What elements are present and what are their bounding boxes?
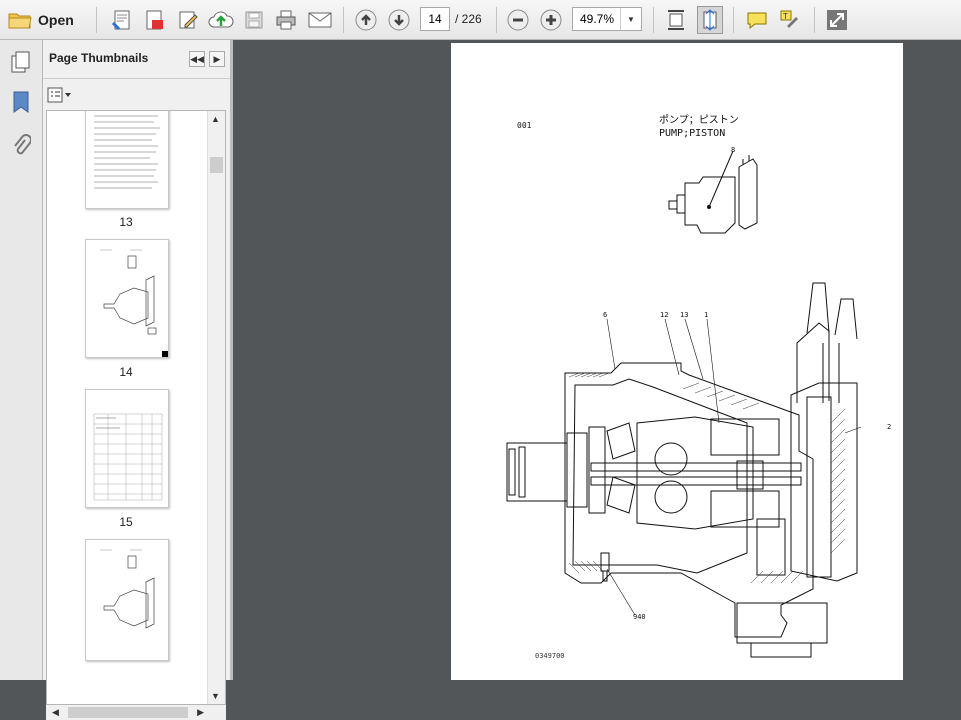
previous-page-button[interactable] — [353, 6, 379, 34]
toolbar: Open 14 / 226 49.7% ▼ T — [0, 0, 961, 40]
cloud-upload-icon — [208, 11, 234, 28]
callout-label: 2 — [887, 423, 892, 431]
toolbar-separator — [733, 7, 734, 33]
plus-circle-icon — [540, 9, 562, 31]
email-button[interactable] — [305, 6, 335, 34]
thumbnail-horizontal-scrollbar[interactable]: ◀ ▶ — [46, 705, 226, 720]
pdf-file-icon — [146, 10, 163, 30]
full-screen-button[interactable] — [823, 6, 851, 34]
page-preview-next — [100, 549, 155, 629]
options-menu-button[interactable] — [47, 86, 73, 104]
printer-icon — [276, 10, 296, 30]
comment-button[interactable] — [743, 6, 771, 34]
expand-icon — [827, 10, 847, 30]
open-label: Open — [38, 12, 74, 28]
thumbnail-page-15[interactable] — [85, 389, 169, 508]
svg-text:T: T — [783, 12, 788, 21]
highlight-button[interactable]: T — [776, 6, 804, 34]
page-preview-15 — [93, 413, 163, 501]
upload-button[interactable] — [206, 6, 236, 34]
drawing-code: 0349700 — [535, 652, 565, 660]
fit-width-button[interactable] — [663, 6, 689, 34]
scroll-down-icon[interactable]: ▼ — [211, 691, 220, 701]
minus-circle-icon — [507, 9, 529, 31]
arrow-up-circle-icon — [355, 9, 377, 31]
page-preview-14 — [100, 249, 168, 357]
scroll-left-icon[interactable]: ◀ — [52, 707, 59, 718]
arrow-down-circle-icon — [388, 9, 410, 31]
document-page: 001 ポンプ；ピストン PUMP;PISTON 8 6 12 13 1 2 9… — [451, 43, 903, 680]
scroll-up-icon[interactable]: ▲ — [211, 114, 220, 124]
expand-panel-button[interactable]: ▶ — [209, 51, 225, 67]
zoom-in-button[interactable] — [538, 6, 564, 34]
callout-label: 12 — [660, 311, 669, 319]
collapse-panel-button[interactable]: ◀◀ — [189, 51, 205, 67]
callout-label: 8 — [731, 146, 736, 154]
page-count: / 226 — [455, 12, 482, 26]
zoom-select[interactable]: 49.7% ▼ — [572, 7, 642, 31]
list-options-icon — [47, 87, 71, 103]
thumbnail-page-14[interactable] — [85, 239, 169, 358]
thumbnail-page-13[interactable] — [85, 111, 169, 209]
thumbnail-label: 13 — [119, 215, 133, 229]
callout-label: 13 — [680, 311, 689, 319]
next-page-button[interactable] — [386, 6, 412, 34]
open-button[interactable]: Open — [8, 6, 84, 34]
fit-width-icon — [668, 10, 684, 30]
callout-label: 940 — [633, 613, 646, 621]
pump-drawing — [506, 150, 862, 658]
thumbnail-label: 15 — [119, 515, 133, 529]
page-thumbnails-toggle[interactable] — [9, 50, 33, 79]
attachments-toggle[interactable] — [11, 132, 32, 163]
toolbar-separator — [496, 7, 497, 33]
panel-splitter[interactable] — [230, 40, 233, 680]
scroll-right-icon[interactable]: ▶ — [197, 707, 204, 718]
save-icon — [245, 11, 263, 29]
thumbnail-label: 14 — [119, 365, 133, 379]
save-button[interactable] — [240, 6, 268, 34]
edit-icon — [179, 11, 198, 29]
zoom-value: 49.7% — [580, 12, 615, 26]
thumbnail-page-next[interactable] — [85, 539, 169, 661]
scrollbar-thumb[interactable] — [210, 157, 223, 173]
toolbar-separator — [653, 7, 654, 33]
fit-page-icon — [703, 9, 717, 31]
folder-icon — [8, 13, 32, 29]
navigation-bar — [0, 40, 43, 680]
thumbnails-panel: Page Thumbnails ◀◀ ▶ 13 14 15 ▲ ▼ ◀ ▶ — [43, 40, 230, 720]
toolbar-separator — [96, 7, 97, 33]
panel-header: Page Thumbnails ◀◀ ▶ — [43, 40, 230, 79]
bookmarks-toggle[interactable] — [11, 90, 31, 119]
paperclip-icon — [14, 134, 32, 155]
page-number-input[interactable]: 14 — [420, 7, 450, 31]
edit-pdf-button[interactable] — [174, 6, 202, 34]
print-button[interactable] — [272, 6, 300, 34]
panel-title: Page Thumbnails — [49, 51, 149, 65]
toolbar-separator — [814, 7, 815, 33]
create-pdf-icon — [111, 10, 130, 31]
bookmark-icon — [13, 91, 29, 113]
chevron-down-icon[interactable]: ▼ — [620, 8, 641, 30]
speech-bubble-icon — [747, 12, 767, 30]
callout-label: 1 — [704, 311, 709, 319]
fit-page-button[interactable] — [697, 6, 723, 34]
toolbar-separator — [343, 7, 344, 33]
create-pdf-button[interactable] — [108, 6, 136, 34]
envelope-icon — [308, 12, 332, 28]
thumbnail-vertical-scrollbar[interactable]: ▲ ▼ — [207, 111, 225, 704]
thumbnail-list[interactable]: 13 14 15 ▲ ▼ — [46, 110, 226, 705]
convert-pdf-button[interactable] — [140, 6, 168, 34]
page-preview-13 — [94, 115, 160, 189]
horizontal-scrollbar-thumb[interactable] — [68, 707, 188, 718]
zoom-out-button[interactable] — [505, 6, 531, 34]
callout-label: 6 — [603, 311, 608, 319]
highlighter-icon: T — [780, 10, 798, 28]
pages-icon — [11, 51, 30, 73]
